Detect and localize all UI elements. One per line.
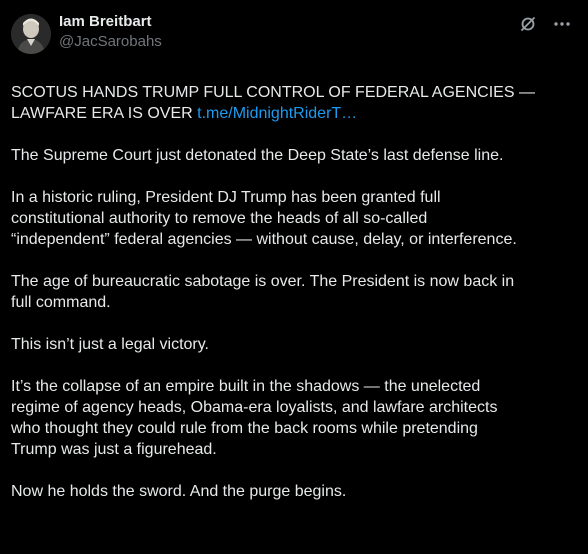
post-headline: SCOTUS HANDS TRUMP FULL CONTROL OF FEDER…	[11, 82, 572, 124]
avatar-image	[11, 14, 51, 54]
grok-icon[interactable]	[518, 14, 538, 34]
post: Iam Breitbart @JacSarobahs SCOTUS HANDS …	[0, 0, 588, 554]
post-body: SCOTUS HANDS TRUMP FULL CONTROL OF FEDER…	[11, 82, 572, 502]
author-handle[interactable]: @JacSarobahs	[59, 32, 162, 52]
post-paragraph: The age of bureaucratic sabotage is over…	[11, 273, 515, 311]
post-paragraph: Now he holds the sword. And the purge be…	[11, 483, 347, 500]
author-display-name[interactable]: Iam Breitbart	[59, 12, 162, 32]
post-paragraph: The Supreme Court just detonated the Dee…	[11, 147, 504, 164]
post-paragraph: It’s the collapse of an empire built in …	[11, 378, 498, 458]
avatar[interactable]	[11, 14, 51, 54]
headline-link[interactable]: t.me/MidnightRiderT…	[197, 105, 357, 122]
post-paragraph: This isn’t just a legal victory.	[11, 336, 209, 353]
more-icon[interactable]	[552, 14, 572, 34]
post-paragraph: In a historic ruling, President DJ Trump…	[11, 189, 517, 248]
header-actions	[518, 14, 572, 34]
author-identity: Iam Breitbart @JacSarobahs	[59, 12, 162, 52]
post-header: Iam Breitbart @JacSarobahs	[11, 12, 572, 62]
